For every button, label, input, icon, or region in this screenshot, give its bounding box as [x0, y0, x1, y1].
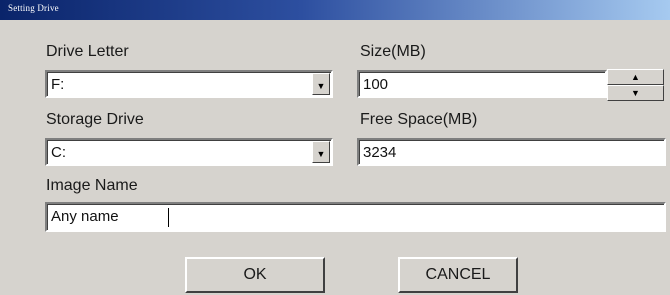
size-label: Size(MB) — [360, 43, 426, 60]
free-space-label: Free Space(MB) — [360, 111, 478, 128]
image-name-label: Image Name — [46, 177, 138, 194]
arrow-up-icon[interactable]: ▲ — [607, 69, 664, 85]
storage-drive-select[interactable]: C: ▼ — [45, 138, 333, 166]
image-name-value: Any name — [51, 208, 119, 225]
drive-letter-label: Drive Letter — [46, 43, 129, 60]
arrow-down-icon[interactable]: ▼ — [607, 85, 664, 101]
size-value: 100 — [363, 76, 389, 93]
ok-button[interactable]: OK — [185, 257, 325, 293]
size-input[interactable]: 100 — [357, 70, 607, 98]
drive-letter-select[interactable]: F: ▼ — [45, 70, 333, 98]
text-caret — [168, 208, 169, 227]
free-space-field: 3234 — [357, 138, 666, 166]
image-name-input[interactable]: Any name — [45, 202, 666, 232]
cancel-button[interactable]: CANCEL — [398, 257, 518, 293]
free-space-value: 3234 — [363, 144, 397, 161]
title-bar[interactable]: Setting Drive — [0, 0, 670, 20]
window-title: Setting Drive — [8, 3, 59, 13]
chevron-down-icon[interactable]: ▼ — [312, 141, 330, 163]
drive-letter-value: F: — [51, 76, 65, 93]
chevron-down-icon[interactable]: ▼ — [312, 73, 330, 95]
storage-drive-value: C: — [51, 144, 66, 161]
setting-drive-dialog: Setting Drive Drive Letter F: ▼ Size(MB)… — [0, 0, 670, 295]
storage-drive-label: Storage Drive — [46, 111, 144, 128]
